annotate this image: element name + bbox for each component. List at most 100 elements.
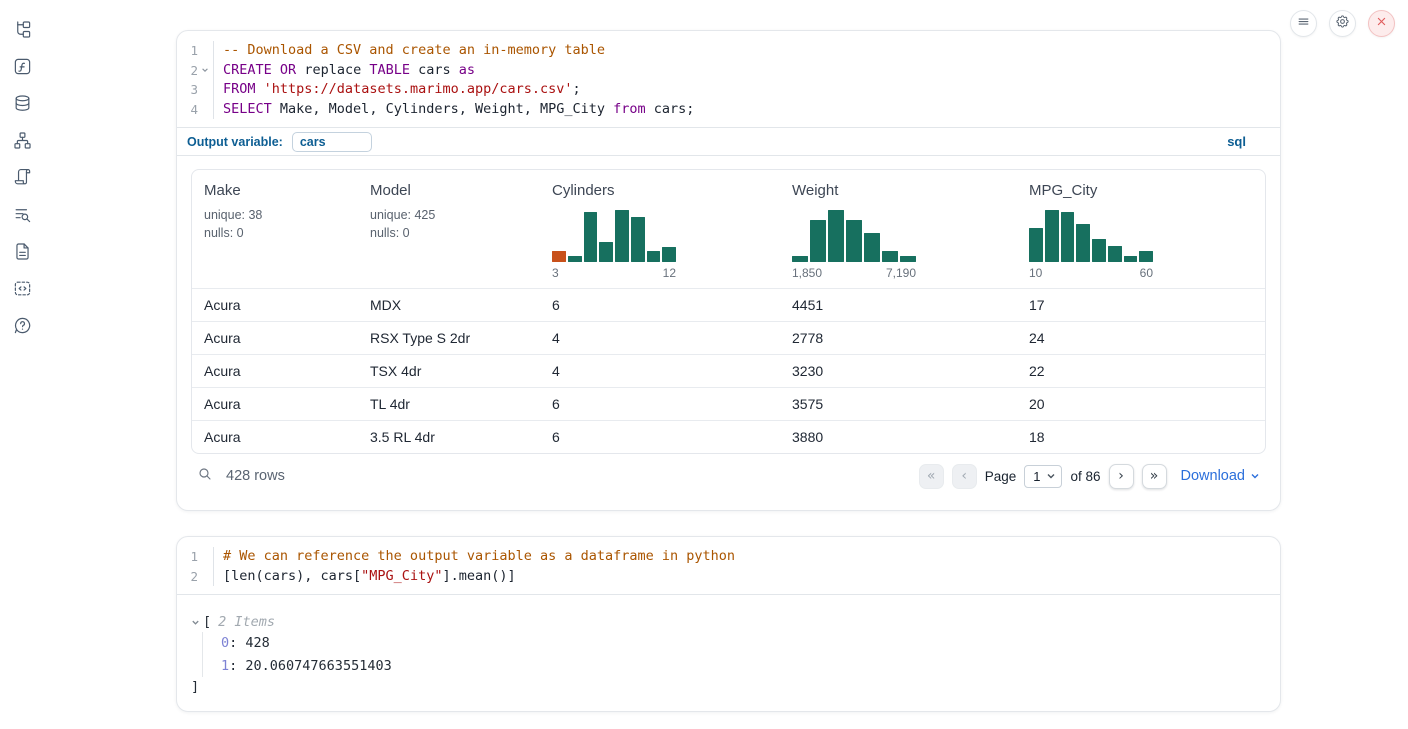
sidebar-panel-file-tree[interactable] [12,22,32,42]
gear-icon [1335,14,1350,34]
histogram-bar [1076,224,1090,262]
histogram-axis-labels: 1,8507,190 [792,266,916,280]
code-line[interactable]: 1# We can reference the output variable … [177,547,1280,567]
table-row[interactable]: AcuraTL 4dr6357520 [192,387,1265,420]
data-table: Makeunique: 38nulls: 0Modelunique: 425nu… [191,169,1266,454]
table-cell: TSX 4dr [358,363,540,379]
table-cell: Acura [192,297,358,313]
sidebar-panel-list-search[interactable] [12,207,32,227]
histogram-bar [1092,239,1106,262]
histogram-max-label: 12 [663,266,676,280]
code-line[interactable]: 2CREATE OR replace TABLE cars as [177,61,1280,81]
file-tree-icon [13,20,32,44]
table-body: AcuraMDX6445117AcuraRSX Type S 2dr427782… [192,288,1265,453]
sidebar-panel-help[interactable] [12,318,32,338]
column-name: Make [204,182,346,199]
histogram-bar [1139,251,1153,262]
table-cell: 2778 [780,330,1017,346]
table-cell: 4451 [780,297,1017,313]
code-line[interactable]: 1-- Download a CSV and create an in-memo… [177,41,1280,61]
column-stat: nulls: 0 [204,225,346,241]
hamburger-icon [1296,14,1311,34]
pagination-prev-button[interactable]: ‹ [952,464,977,489]
sidebar-panel-function[interactable] [12,59,32,79]
table-cell: 3.5 RL 4dr [358,429,540,445]
search-icon[interactable] [197,466,213,487]
table-cell: 4 [540,330,780,346]
histogram-bars [552,210,676,262]
sidebar-panel-database[interactable] [12,96,32,116]
pagination-last-button[interactable]: » [1142,464,1167,489]
shutdown-button[interactable] [1368,10,1395,37]
table-row[interactable]: Acura3.5 RL 4dr6388018 [192,420,1265,453]
table-cell: 3575 [780,396,1017,412]
fold-indicator-icon[interactable] [198,61,211,81]
python-code-editor[interactable]: 1# We can reference the output variable … [177,537,1280,594]
line-number: 2 [177,61,198,81]
histogram-bar [584,212,598,262]
table-row[interactable]: AcuraRSX Type S 2dr4277824 [192,321,1265,354]
histogram-bar [1061,212,1075,262]
histogram-bar [846,220,862,262]
tree-entry-value: 428 [245,635,269,651]
table-row[interactable]: AcuraTSX 4dr4323022 [192,354,1265,387]
line-number: 4 [177,100,198,120]
output-variable-input[interactable] [292,132,372,152]
column-header-mpg_city[interactable]: MPG_City 1060 [1017,170,1265,288]
menu-button[interactable] [1290,10,1317,37]
page-label: Page [985,469,1017,484]
column-histogram: 1060 [1029,210,1153,280]
code-text: [len(cars), cars["MPG_City"].mean()] [213,567,516,587]
code-line[interactable]: 2[len(cars), cars["MPG_City"].mean()] [177,567,1280,587]
table-row[interactable]: AcuraMDX6445117 [192,288,1265,321]
page-select[interactable]: 1 [1024,465,1062,488]
sql-code-editor[interactable]: 1-- Download a CSV and create an in-memo… [177,31,1280,127]
scroll-icon [13,168,32,192]
column-histogram: 1,8507,190 [792,210,916,280]
tree-entry: 0: 428 [221,632,1266,655]
sidebar-panel-scroll[interactable] [12,170,32,190]
tree-entry-value: 20.060747663551403 [245,658,391,674]
table-cell: Acura [192,429,358,445]
pagination-next-button[interactable]: › [1109,464,1134,489]
code-text: # We can reference the output variable a… [213,547,735,567]
tree-items-count: 2 Items [218,612,275,632]
download-button[interactable]: Download [1181,468,1261,484]
sidebar-panel-dependency-graph[interactable] [12,133,32,153]
column-stat: nulls: 0 [370,225,528,241]
python-cell-output: [ 2 Items 0: 4281: 20.060747663551403 ] [177,594,1280,707]
histogram-bar [1029,228,1043,262]
database-icon [13,94,32,118]
tree-close-bracket: ] [191,677,1266,697]
column-header-model[interactable]: Modelunique: 425nulls: 0 [358,170,540,288]
column-name: MPG_City [1029,182,1253,199]
help-icon [13,316,32,340]
table-cell: 17 [1017,297,1265,313]
code-line[interactable]: 3FROM 'https://datasets.marimo.app/cars.… [177,80,1280,100]
language-badge[interactable]: sql [1227,134,1246,149]
list-search-icon [13,205,32,229]
close-icon [1374,14,1389,34]
table-cell: 4 [540,363,780,379]
sidebar-panel-document[interactable] [12,244,32,264]
column-header-weight[interactable]: Weight1,8507,190 [780,170,1017,288]
histogram-bar [568,256,582,262]
code-line[interactable]: 4SELECT Make, Model, Cylinders, Weight, … [177,100,1280,120]
settings-button[interactable] [1329,10,1356,37]
table-cell: 6 [540,396,780,412]
chevron-down-icon [1046,471,1056,481]
snippets-icon [13,279,32,303]
notebook-controls [1290,10,1395,37]
pagination-first-button[interactable]: « [919,464,944,489]
histogram-bar [1124,256,1138,262]
tree-entry: 1: 20.060747663551403 [221,655,1266,678]
column-header-cylinders[interactable]: Cylinders312 [540,170,780,288]
sidebar-panel-snippets[interactable] [12,281,32,301]
output-variable-label: Output variable: [187,135,283,149]
table-cell: MDX [358,297,540,313]
column-header-make[interactable]: Makeunique: 38nulls: 0 [192,170,358,288]
table-footer: 428 rows « ‹ Page 1 of 86 › » Download [191,454,1266,498]
table-cell: Acura [192,330,358,346]
collapse-icon[interactable] [191,618,200,627]
table-cell: 20 [1017,396,1265,412]
